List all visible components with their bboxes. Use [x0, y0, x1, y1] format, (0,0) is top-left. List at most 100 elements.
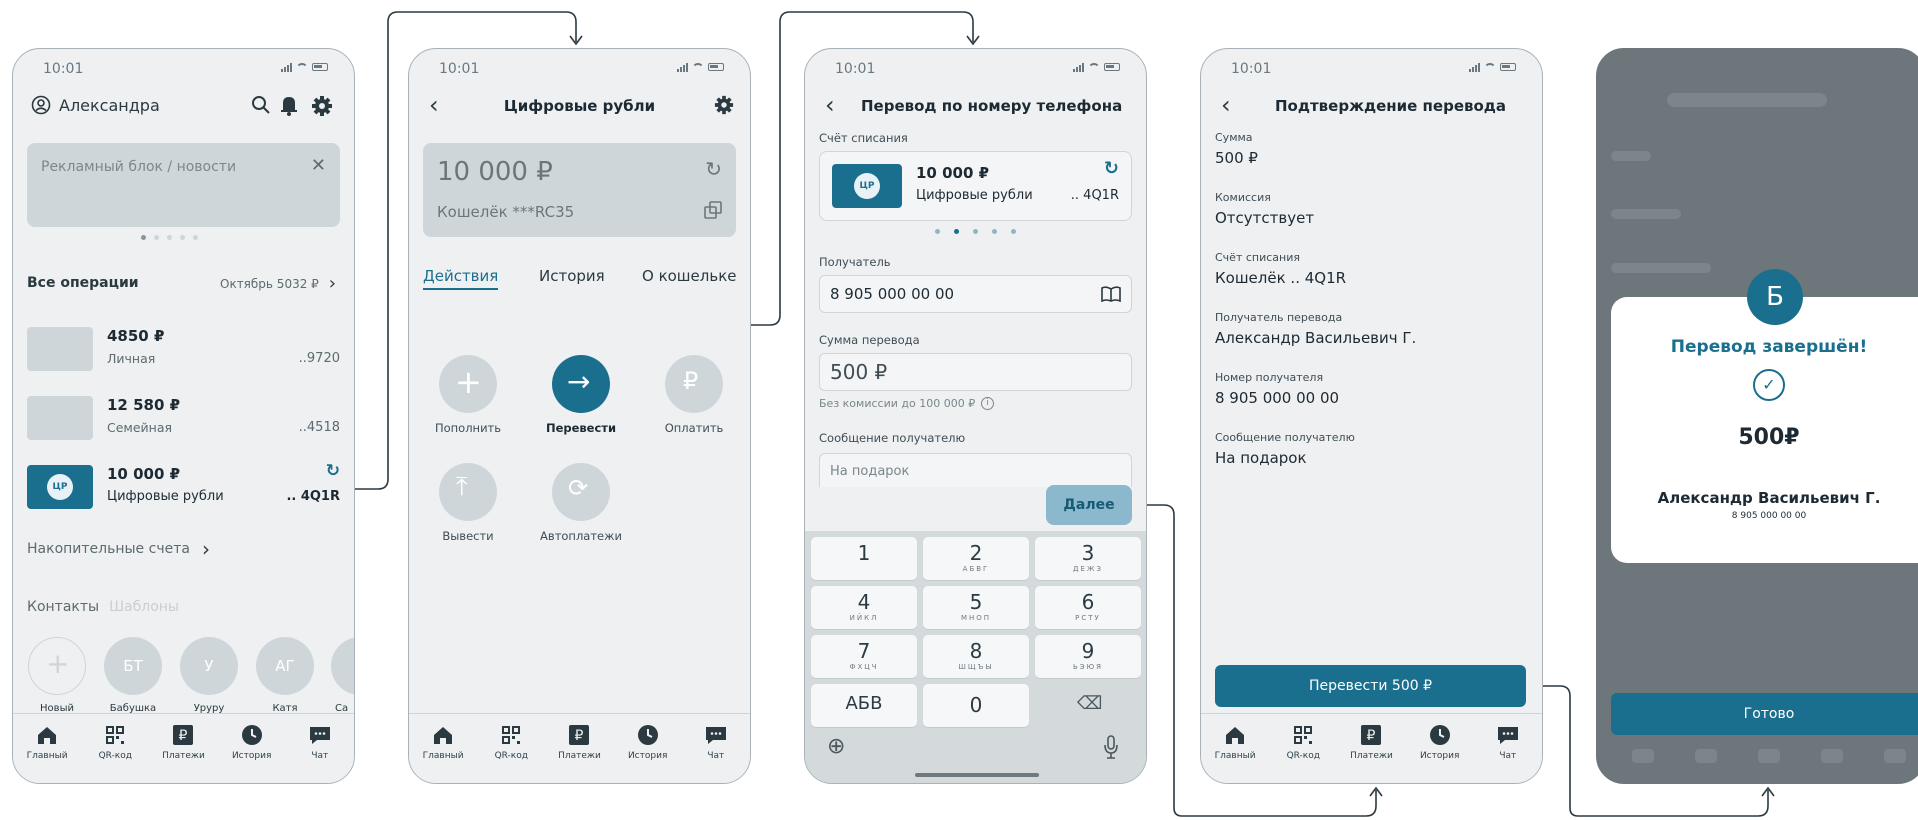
tab-home[interactable]: Главный: [17, 724, 77, 783]
tab-payments[interactable]: ₽ Платежи: [1341, 724, 1401, 783]
operations-summary[interactable]: Октябрь 5032 ₽ ›: [220, 273, 336, 294]
contact-item[interactable]: У Уруру: [179, 637, 239, 714]
account-row-family[interactable]: 12 580 ₽ Семейная ..4518: [27, 396, 340, 442]
tab-chat[interactable]: Чат: [1478, 724, 1538, 783]
blurred-title: [1667, 93, 1827, 107]
account-row-personal[interactable]: 4850 ₽ Личная ..9720: [27, 327, 340, 373]
ruble-icon: ₽: [569, 725, 590, 745]
card-thumbnail-digital: ЦР: [832, 164, 902, 208]
globe-icon[interactable]: ⊕: [827, 734, 845, 759]
key-1[interactable]: 1: [811, 537, 917, 580]
commission-note: Без комиссии до 100 000 ₽ i: [819, 397, 995, 410]
tab-qr[interactable]: QR-код: [481, 724, 541, 783]
info-icon[interactable]: i: [981, 397, 995, 410]
tab-contacts[interactable]: Контакты: [27, 599, 99, 615]
ruble-icon: ₽: [1361, 725, 1382, 745]
status-icons: [1469, 62, 1516, 72]
gear-icon[interactable]: [311, 95, 333, 117]
action-pay[interactable]: ₽ Оплатить: [649, 355, 739, 435]
action-top-up[interactable]: + Пополнить: [423, 355, 513, 435]
key-8[interactable]: 8 ШЩЪЫ: [923, 635, 1029, 678]
blurred-tab-bar: [1611, 749, 1918, 769]
microphone-icon[interactable]: [1103, 735, 1119, 759]
gear-icon[interactable]: [714, 95, 734, 115]
tab-history[interactable]: История: [1410, 724, 1470, 783]
copy-icon[interactable]: [704, 201, 722, 219]
tab-home[interactable]: Главный: [413, 724, 473, 783]
tab-home[interactable]: Главный: [1205, 724, 1265, 783]
message-input[interactable]: На подарок: [819, 453, 1132, 487]
clock-icon: [1429, 725, 1450, 745]
status-icons: [1073, 62, 1120, 72]
ad-banner[interactable]: Рекламный блок / новости ✕: [27, 143, 340, 227]
search-icon[interactable]: [251, 95, 271, 115]
refresh-icon[interactable]: ↻: [326, 461, 340, 481]
action-transfer[interactable]: → Перевести: [531, 355, 631, 435]
tab-payments[interactable]: ₽ Платежи: [153, 724, 213, 783]
debit-account-label: Счёт списания: [819, 131, 908, 145]
recipient-label: Получатель: [819, 255, 891, 269]
ad-text: Рекламный блок / новости: [41, 159, 237, 175]
recipient-phone-value: 8 905 000 00 00: [1215, 389, 1340, 407]
status-time: 10:01: [43, 61, 84, 77]
contacts-book-icon[interactable]: [1101, 286, 1121, 302]
key-5[interactable]: 5 МНОП: [923, 586, 1029, 629]
key-0[interactable]: 0: [923, 684, 1029, 727]
bottom-tab-bar: Главный QR-код ₽ Платежи История Чат: [409, 713, 750, 783]
wallet-card[interactable]: 10 000 ₽ Кошелёк ***RC35 ↻: [423, 143, 736, 237]
close-icon[interactable]: ✕: [311, 155, 326, 176]
contact-item[interactable]: Са: [331, 637, 354, 714]
back-icon[interactable]: ‹: [825, 91, 835, 119]
bottom-tab-bar: Главный QR-код ₽ Платежи История Чат: [13, 713, 354, 783]
svg-text:₽: ₽: [575, 728, 584, 744]
done-button[interactable]: Готово: [1611, 693, 1918, 735]
tab-history[interactable]: История: [539, 267, 605, 285]
tab-actions[interactable]: Действия: [423, 267, 499, 290]
operations-title: Все операции: [27, 275, 139, 291]
contact-new-transfer[interactable]: + Новый перевод: [27, 637, 87, 719]
amount-input[interactable]: 500 ₽: [819, 353, 1132, 391]
next-button[interactable]: Далее: [1046, 485, 1132, 525]
screen-home: 10:01 Александра Рекламный блок / новост…: [12, 48, 355, 784]
back-icon[interactable]: ‹: [1221, 91, 1231, 119]
key-9[interactable]: 9 ЬЭЮЯ: [1035, 635, 1141, 678]
bell-icon[interactable]: [279, 94, 299, 116]
key-6[interactable]: 6 РСТУ: [1035, 586, 1141, 629]
success-title: Перевод завершён!: [1670, 337, 1868, 357]
key-2[interactable]: 2 АБВГ: [923, 537, 1029, 580]
tab-history[interactable]: История: [222, 724, 282, 783]
tab-qr[interactable]: QR-код: [1273, 724, 1333, 783]
debit-account-card[interactable]: ЦР 10 000 ₽ Цифровые рубли ↻ .. 4Q1R: [819, 151, 1132, 221]
tab-templates[interactable]: Шаблоны: [109, 599, 179, 615]
backspace-icon[interactable]: ⌫: [1077, 693, 1102, 714]
recipient-input[interactable]: 8 905 000 00 00: [819, 275, 1132, 313]
message-value: На подарок: [1215, 449, 1307, 467]
refresh-icon[interactable]: ↻: [1104, 158, 1119, 179]
card-thumbnail: [27, 396, 93, 440]
tab-chat[interactable]: Чат: [686, 724, 746, 783]
key-4[interactable]: 4 ИЙКЛ: [811, 586, 917, 629]
contact-item[interactable]: АГ Катя Новгород: [255, 637, 315, 719]
card-thumbnail-digital: ЦР: [27, 465, 93, 509]
key-abc[interactable]: АБВ: [811, 684, 917, 727]
tab-qr[interactable]: QR-код: [85, 724, 145, 783]
account-row-digital[interactable]: ЦР 10 000 ₽ Цифровые рубли ↻ .. 4Q1R: [27, 461, 340, 511]
savings-accounts-link[interactable]: Накопительные счета ›: [27, 537, 210, 561]
action-withdraw[interactable]: ⤒ Вывести: [423, 463, 513, 543]
tab-chat[interactable]: Чат: [290, 724, 350, 783]
profile-button[interactable]: Александра: [31, 95, 160, 115]
tab-history[interactable]: История: [618, 724, 678, 783]
key-7[interactable]: 7 ФХЦЧ: [811, 635, 917, 678]
action-autopay[interactable]: ⟳ Автоплатежи: [531, 463, 631, 543]
arrow-right-icon: →: [567, 365, 591, 398]
contacts-list: + Новый перевод БТ Бабушка Таня У Уруру …: [27, 637, 354, 719]
tab-payments[interactable]: ₽ Платежи: [549, 724, 609, 783]
confirm-transfer-button[interactable]: Перевести 500 ₽: [1215, 665, 1526, 707]
tab-about-wallet[interactable]: О кошельке: [642, 267, 736, 285]
contact-item[interactable]: БТ Бабушка Таня: [103, 637, 163, 719]
success-dialog: Б Перевод завершён! ✓ 500₽ Александр Вас…: [1611, 269, 1918, 563]
status-time: 10:01: [835, 61, 876, 77]
refresh-icon[interactable]: ↻: [705, 157, 722, 181]
key-3[interactable]: 3 ДЕЖЗ: [1035, 537, 1141, 580]
page-title: Подтверждение перевода: [1275, 97, 1507, 115]
